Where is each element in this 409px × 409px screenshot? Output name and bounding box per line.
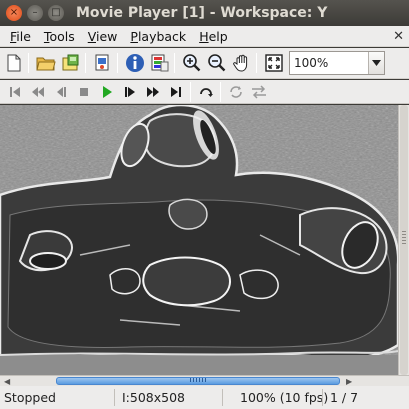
status-bar: Stopped I:508x508 100% (10 fps) 1 / 7 [0,386,409,409]
scroll-left-icon[interactable]: ◀ [4,377,10,386]
scroll-grip-icon [190,378,208,382]
toolbar-separator [220,81,221,102]
go-last-icon[interactable] [165,82,187,102]
play-icon[interactable] [96,82,118,102]
maximize-icon: □ [51,7,61,18]
export-icon[interactable] [60,52,82,74]
window-title: Movie Player [1] - Workspace: Y [76,5,328,21]
zoom-in-icon[interactable] [181,52,203,74]
menu-bar: File Tools View Playback Help ✕ [0,26,409,47]
window-titlebar: × – □ Movie Player [1] - Workspace: Y [0,0,409,26]
step-back-icon[interactable] [27,82,49,102]
horizontal-scrollbar[interactable]: ◀ ▶ [0,375,409,386]
zoom-value: 100% [294,56,329,70]
status-divider [222,389,223,406]
close-icon[interactable]: ✕ [393,29,404,44]
swap-direction-icon[interactable] [248,82,270,102]
repeat-icon[interactable] [225,82,247,102]
status-frame-counter: 1 / 7 [330,390,359,405]
vertical-scrollbar[interactable] [398,105,409,375]
main-toolbar: 100% [0,48,409,79]
toolbar-separator [28,53,29,73]
fast-forward-icon[interactable] [142,82,164,102]
menu-help[interactable]: Help [199,29,228,44]
toolbar-separator [190,81,191,102]
toolbar-separator [117,53,118,73]
image-viewport[interactable] [0,105,398,375]
close-icon: × [9,7,19,18]
ct-slice-image [0,105,398,375]
loop-icon[interactable] [195,82,217,102]
colormap-icon[interactable] [149,52,171,74]
step-forward-icon[interactable] [119,82,141,102]
status-image-size: I:508x508 [122,390,186,405]
open-folder-icon[interactable] [35,52,57,74]
playback-toolbar [0,80,409,104]
new-file-icon[interactable] [3,52,25,74]
chevron-down-icon[interactable] [368,52,384,74]
close-window-button[interactable]: × [6,5,22,21]
stop-icon[interactable] [73,82,95,102]
toolbar-separator [85,53,86,73]
info-icon[interactable] [124,52,146,74]
fit-window-icon[interactable] [263,52,285,74]
toolbar-separator [174,53,175,73]
menu-view[interactable]: View [88,29,118,44]
menu-playback[interactable]: Playback [130,29,186,44]
play-backward-icon[interactable] [50,82,72,102]
pan-hand-icon[interactable] [231,52,253,74]
minimize-icon: – [32,7,38,18]
menu-tools[interactable]: Tools [44,29,75,44]
scroll-grip-icon [402,231,406,245]
scroll-right-icon[interactable]: ▶ [346,377,352,386]
status-state: Stopped [4,390,56,405]
minimize-window-button[interactable]: – [27,5,43,21]
status-zoom-fps: 100% (10 fps) [240,390,329,405]
maximize-window-button[interactable]: □ [48,5,64,21]
go-first-icon[interactable] [4,82,26,102]
status-divider [322,389,323,406]
toolbar-separator [256,53,257,73]
copy-workspace-icon[interactable] [92,52,114,74]
zoom-out-icon[interactable] [206,52,228,74]
zoom-select[interactable]: 100% [289,51,385,75]
status-divider [114,389,115,406]
menu-file[interactable]: File [10,29,31,44]
